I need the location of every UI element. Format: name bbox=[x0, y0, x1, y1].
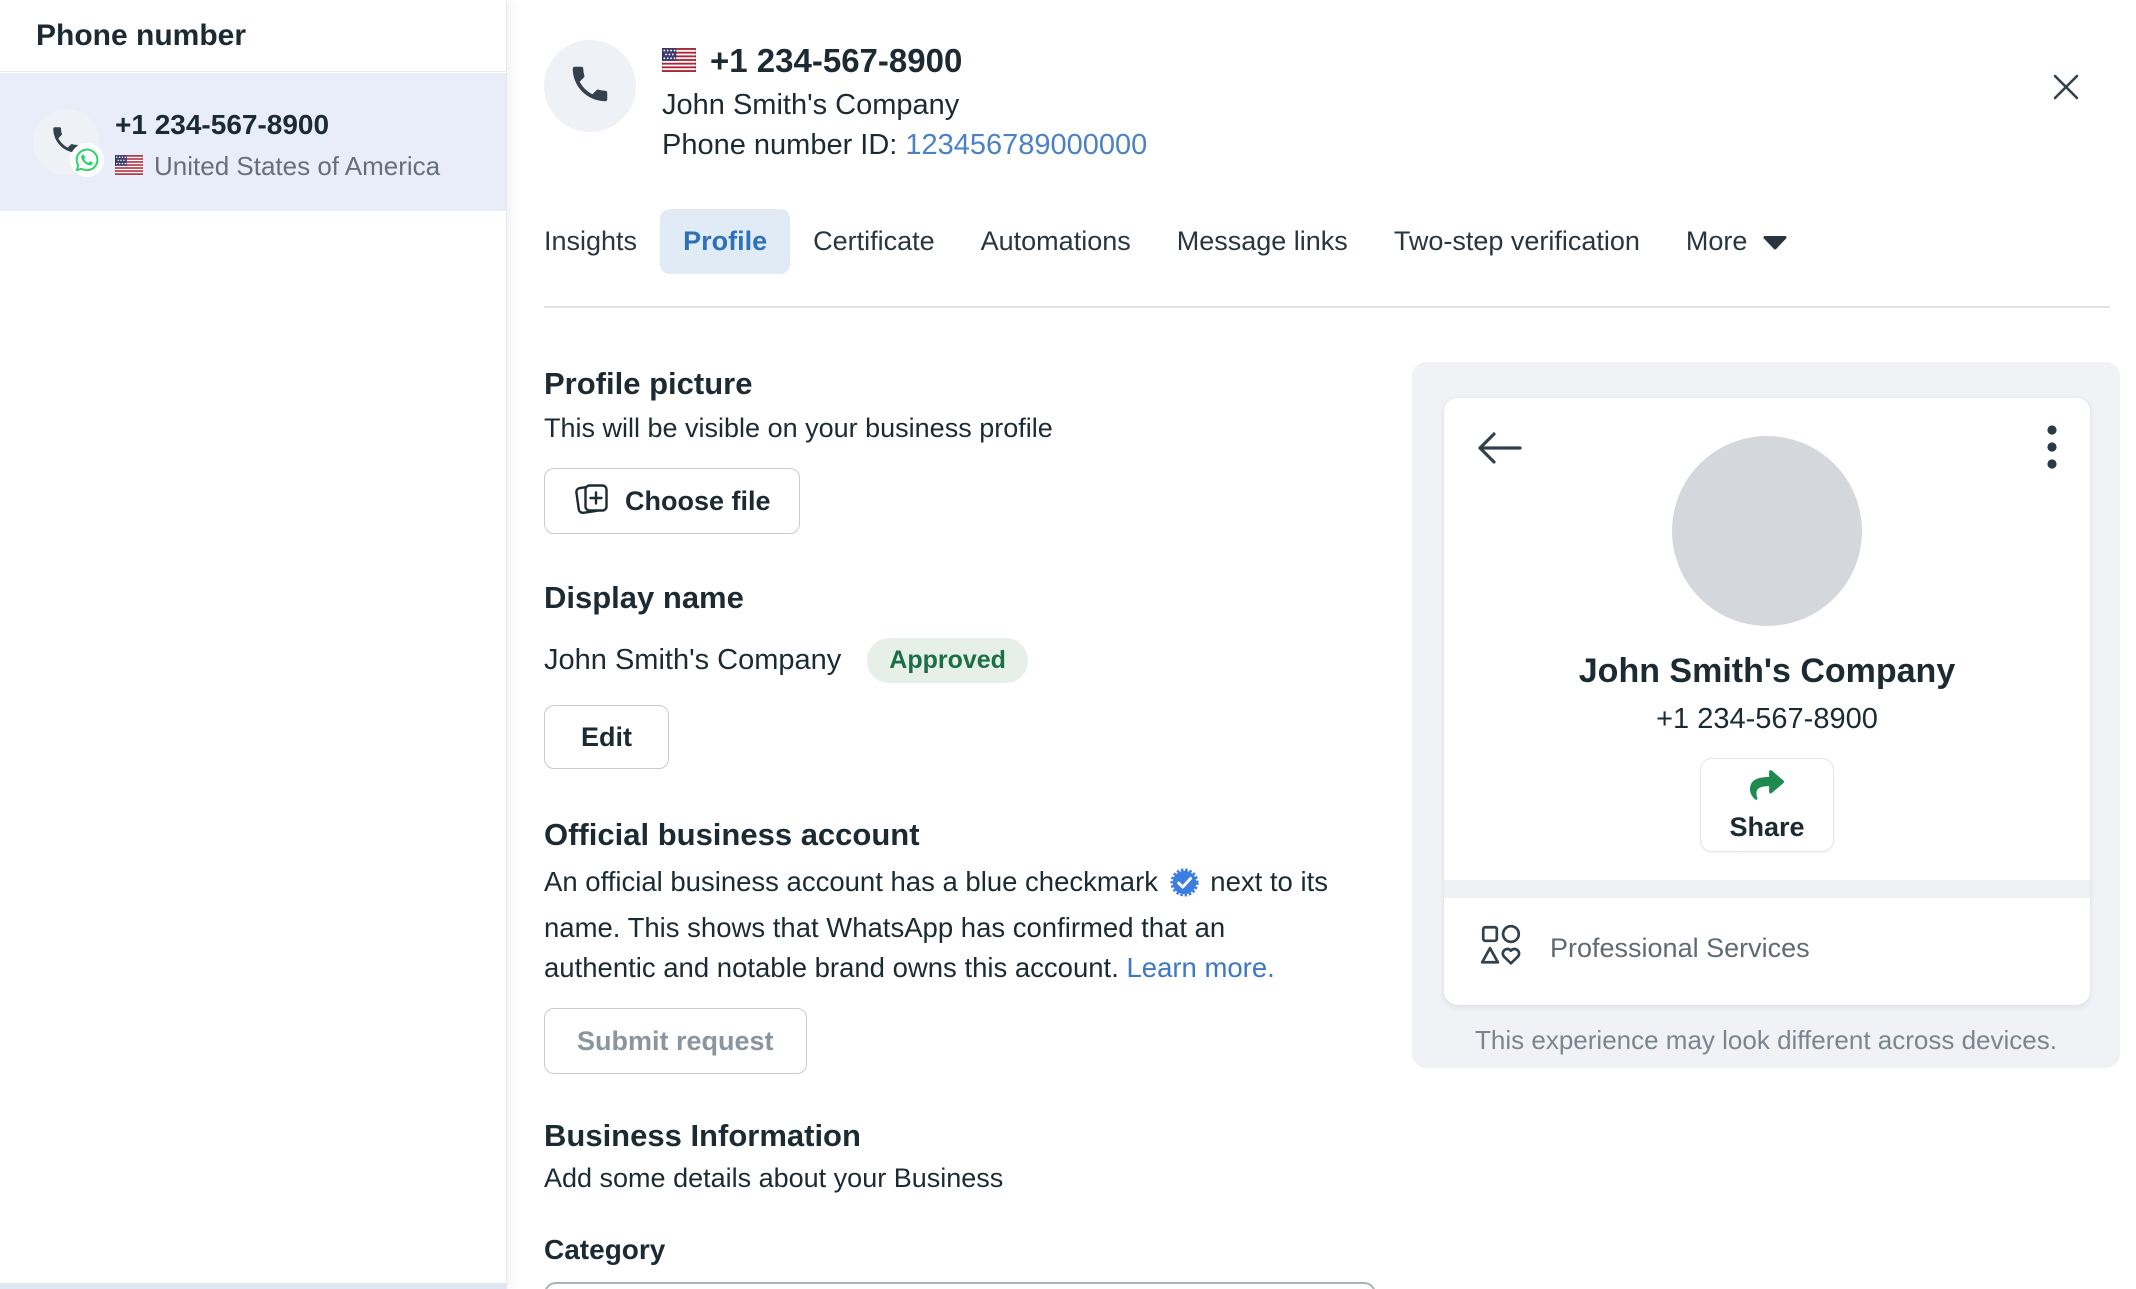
preview-phone-number: +1 234-567-8900 bbox=[1444, 703, 2090, 736]
profile-preview-card: John Smith's Company +1 234-567-8900 Sha… bbox=[1444, 398, 2090, 1005]
category-label: Category bbox=[544, 1234, 1414, 1266]
preview-disclaimer: This experience may look different acros… bbox=[1412, 1025, 2120, 1056]
preview-category-value: Professional Services bbox=[1550, 933, 1810, 964]
choose-file-label: Choose file bbox=[625, 486, 771, 517]
tab-certificate[interactable]: Certificate bbox=[790, 209, 958, 274]
back-arrow-icon bbox=[1472, 428, 1526, 473]
share-icon bbox=[1748, 768, 1786, 809]
display-name-value: John Smith's Company bbox=[544, 644, 841, 677]
sidebar-item-phone: +1 234-567-8900 bbox=[115, 109, 329, 141]
phone-icon bbox=[567, 61, 613, 112]
preview-share-label: Share bbox=[1729, 812, 1804, 843]
phone-number-detail-panel: +1 234-567-8900 John Smith's Company Pho… bbox=[506, 0, 2136, 1289]
category-shapes-icon bbox=[1478, 922, 1524, 975]
phone-number-header: +1 234-567-8900 John Smith's Company Pho… bbox=[544, 40, 1147, 162]
approved-status-badge: Approved bbox=[867, 638, 1028, 683]
tab-more-label: More bbox=[1686, 226, 1748, 257]
profile-tab-content: Profile picture This will be visible on … bbox=[544, 366, 1414, 1289]
sidebar-item-country: United States of America bbox=[154, 151, 440, 182]
tab-insights[interactable]: Insights bbox=[521, 209, 660, 274]
tab-divider bbox=[544, 306, 2110, 308]
phone-number-id-label: Phone number ID: bbox=[662, 129, 897, 161]
submit-request-button[interactable]: Submit request bbox=[544, 1008, 807, 1074]
profile-picture-heading: Profile picture bbox=[544, 366, 1414, 402]
verified-badge-icon bbox=[1170, 872, 1199, 903]
category-select[interactable]: Professional Services bbox=[544, 1282, 1376, 1289]
business-profile-preview-panel: John Smith's Company +1 234-567-8900 Sha… bbox=[1412, 362, 2120, 1068]
phone-number-sidebar: Phone number +1 234-567-8900 bbox=[0, 0, 507, 1289]
whatsapp-icon bbox=[70, 143, 104, 177]
tab-profile[interactable]: Profile bbox=[660, 209, 790, 274]
business-information-description: Add some details about your Business bbox=[544, 1163, 1414, 1194]
tab-automations[interactable]: Automations bbox=[958, 209, 1154, 274]
add-media-icon bbox=[573, 481, 609, 522]
business-information-heading: Business Information bbox=[544, 1118, 1414, 1154]
header-company-name: John Smith's Company bbox=[662, 89, 1147, 122]
us-flag-icon bbox=[662, 42, 696, 80]
official-business-account-description: An official business account has a blue … bbox=[544, 862, 1389, 988]
us-flag-icon bbox=[115, 151, 143, 182]
close-button[interactable] bbox=[2044, 66, 2088, 110]
kebab-menu-icon bbox=[2046, 424, 2058, 475]
close-icon bbox=[2046, 67, 2086, 110]
learn-more-link[interactable]: Learn more. bbox=[1126, 952, 1274, 983]
phone-number-list-item[interactable]: +1 234-567-8900 United States of Americ bbox=[0, 73, 506, 211]
choose-file-button[interactable]: Choose file bbox=[544, 468, 800, 534]
phone-avatar-large bbox=[544, 40, 636, 132]
display-name-heading: Display name bbox=[544, 580, 1414, 616]
tab-more[interactable]: More bbox=[1663, 209, 1812, 274]
tab-two-step-verification[interactable]: Two-step verification bbox=[1371, 209, 1663, 274]
phone-number-id-value[interactable]: 123456789000000 bbox=[905, 129, 1147, 161]
preview-company-name: John Smith's Company bbox=[1444, 652, 2090, 691]
preview-section-divider bbox=[1444, 880, 2090, 898]
tab-message-links[interactable]: Message links bbox=[1154, 209, 1371, 274]
header-phone-number: +1 234-567-8900 bbox=[710, 42, 962, 80]
chevron-down-icon bbox=[1762, 226, 1788, 257]
edit-display-name-button[interactable]: Edit bbox=[544, 705, 669, 769]
preview-share-button: Share bbox=[1700, 758, 1834, 852]
tab-bar: Insights Profile Certificate Automations… bbox=[521, 209, 1811, 274]
official-business-account-heading: Official business account bbox=[544, 817, 1414, 853]
sidebar-title: Phone number bbox=[0, 0, 506, 72]
profile-picture-description: This will be visible on your business pr… bbox=[544, 413, 1414, 444]
preview-avatar-placeholder bbox=[1672, 436, 1862, 626]
sidebar-bottom-edge bbox=[0, 1283, 506, 1289]
